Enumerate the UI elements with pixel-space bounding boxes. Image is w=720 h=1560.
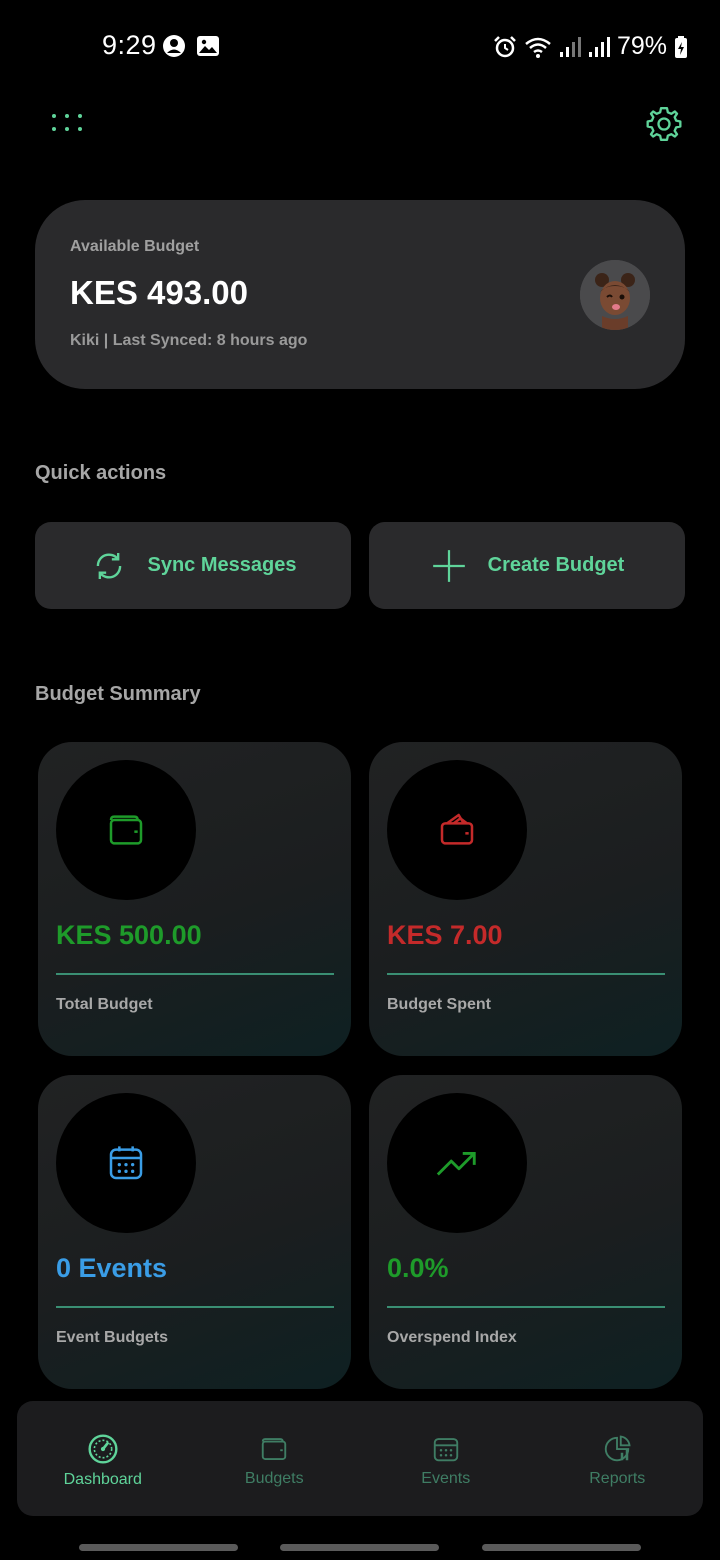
nav-item-reports[interactable]: Reports xyxy=(532,1401,704,1516)
wallet-open-icon xyxy=(440,813,474,845)
budget-spent-label: Budget Spent xyxy=(387,996,491,1013)
nav-label-events: Events xyxy=(421,1469,471,1487)
overspend-index-icon-circle xyxy=(387,1093,527,1233)
signal-icon xyxy=(588,36,610,57)
create-budget-button[interactable]: Create Budget xyxy=(369,522,685,609)
budget-summary-title: Budget Summary xyxy=(35,683,201,705)
available-budget-card: Available Budget KES 493.00 Kiki | Last … xyxy=(35,200,685,389)
budget-spent-card[interactable]: KES 7.00 Budget Spent xyxy=(369,742,682,1056)
nav-label-budgets: Budgets xyxy=(244,1469,304,1487)
total-budget-value: KES 500.00 xyxy=(56,920,202,950)
alarm-icon xyxy=(494,35,516,57)
budget-spent-icon-circle xyxy=(387,760,527,900)
budget-spent-value: KES 7.00 xyxy=(387,920,503,950)
status-left-icons xyxy=(162,34,220,58)
trending-up-icon xyxy=(436,1151,476,1176)
event-budgets-icon-circle xyxy=(56,1093,196,1233)
total-budget-icon-circle xyxy=(56,760,196,900)
image-icon xyxy=(197,36,219,56)
plus-icon xyxy=(432,549,465,582)
sync-icon xyxy=(96,552,121,579)
calendar-icon xyxy=(433,1437,458,1461)
nav-item-dashboard[interactable]: Dashboard xyxy=(17,1401,189,1516)
avatar-image xyxy=(580,260,650,330)
wifi-icon xyxy=(525,37,551,58)
settings-button[interactable] xyxy=(644,104,684,144)
nav-item-events[interactable]: Events xyxy=(360,1401,532,1516)
total-budget-label: Total Budget xyxy=(56,996,153,1013)
calendar-icon xyxy=(109,1146,143,1180)
sync-status-text: Kiki | Last Synced: 8 hours ago xyxy=(70,332,308,349)
status-bar: 9:29 79% xyxy=(0,0,720,90)
total-budget-card[interactable]: KES 500.00 Total Budget xyxy=(38,742,351,1056)
nav-label-reports: Reports xyxy=(589,1469,646,1487)
bottom-nav: Dashboard Budgets Events Reports xyxy=(17,1401,703,1516)
event-budgets-value: 0 Events xyxy=(56,1253,168,1283)
available-budget-amount: KES 493.00 xyxy=(70,274,248,311)
event-budgets-card[interactable]: 0 Events Event Budgets xyxy=(38,1075,351,1389)
sync-messages-label: Sync Messages xyxy=(147,554,297,576)
quick-actions-title: Quick actions xyxy=(35,462,167,484)
overspend-index-label: Overspend Index xyxy=(387,1329,517,1346)
gesture-bar-home[interactable] xyxy=(280,1544,439,1551)
wallet-icon xyxy=(109,815,143,845)
create-budget-label: Create Budget xyxy=(487,554,625,576)
divider xyxy=(56,1306,334,1308)
menu-button[interactable] xyxy=(48,110,88,140)
divider xyxy=(56,973,334,975)
account-icon xyxy=(163,35,185,57)
event-budgets-label: Event Budgets xyxy=(56,1329,169,1346)
gesture-bar-back[interactable] xyxy=(482,1544,641,1551)
available-budget-label: Available Budget xyxy=(70,238,200,255)
signal-icon xyxy=(559,36,581,57)
gesture-bar-recents[interactable] xyxy=(79,1544,238,1551)
sync-messages-button[interactable]: Sync Messages xyxy=(35,522,351,609)
battery-percent: 79% xyxy=(616,32,667,60)
divider xyxy=(387,973,665,975)
nav-label-dashboard: Dashboard xyxy=(63,1470,142,1488)
status-right: 79% xyxy=(493,32,688,61)
speedometer-icon xyxy=(88,1433,118,1464)
divider xyxy=(387,1306,665,1308)
grid-dots-icon xyxy=(52,114,82,131)
pie-chart-icon xyxy=(605,1434,631,1461)
gear-icon xyxy=(646,107,682,141)
overspend-index-card[interactable]: 0.0% Overspend Index xyxy=(369,1075,682,1389)
wallet-icon xyxy=(262,1437,287,1460)
avatar[interactable] xyxy=(580,260,650,330)
battery-icon xyxy=(675,35,687,58)
overspend-index-value: 0.0% xyxy=(387,1253,449,1283)
status-time: 9:29 xyxy=(102,30,157,60)
nav-item-budgets[interactable]: Budgets xyxy=(189,1401,361,1516)
